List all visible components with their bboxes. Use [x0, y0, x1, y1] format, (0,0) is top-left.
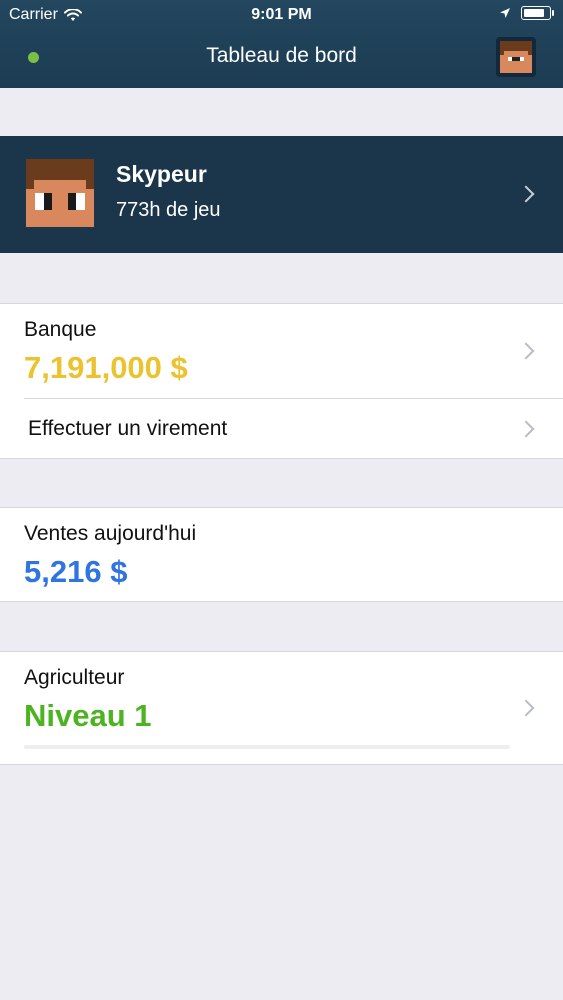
header-avatar-button[interactable]: [496, 37, 536, 77]
top-bar: Carrier 9:01 PM Tableau de bord: [0, 0, 563, 88]
sales-label: Ventes aujourd'hui: [24, 522, 197, 545]
status-right-group: [499, 6, 554, 20]
chevron-right-icon: [517, 185, 535, 203]
transfer-label: Effectuer un virement: [28, 417, 228, 440]
profile-avatar-icon: [26, 159, 94, 227]
sales-card: Ventes aujourd'hui 5,216 $: [0, 507, 563, 602]
chevron-right-icon: [517, 342, 535, 360]
battery-level: [524, 9, 545, 17]
profile-card[interactable]: Skypeur 773h de jeu: [0, 136, 563, 253]
job-progress-bar: [24, 745, 510, 749]
status-bar: Carrier 9:01 PM: [0, 0, 563, 30]
job-label: Agriculteur: [24, 666, 125, 689]
bank-label: Banque: [24, 318, 97, 341]
bank-card: Banque 7,191,000 $ Effectuer un virement: [0, 303, 563, 459]
bank-row[interactable]: Banque 7,191,000 $: [0, 304, 563, 399]
bank-amount: 7,191,000 $: [24, 350, 188, 385]
chevron-right-icon: [517, 699, 535, 717]
location-arrow-icon: [500, 8, 510, 18]
sales-amount: 5,216 $: [24, 554, 128, 589]
profile-name: Skypeur: [116, 161, 207, 187]
job-level: Niveau 1: [24, 698, 152, 733]
avatar-icon: [500, 41, 532, 73]
profile-playtime: 773h de jeu: [116, 199, 221, 221]
page-title: Tableau de bord: [206, 44, 357, 67]
job-card[interactable]: Agriculteur Niveau 1: [0, 651, 563, 765]
battery-icon: [521, 6, 554, 20]
transfer-row[interactable]: Effectuer un virement: [0, 399, 563, 458]
status-time: 9:01 PM: [251, 6, 312, 23]
chevron-right-icon: [517, 420, 535, 438]
